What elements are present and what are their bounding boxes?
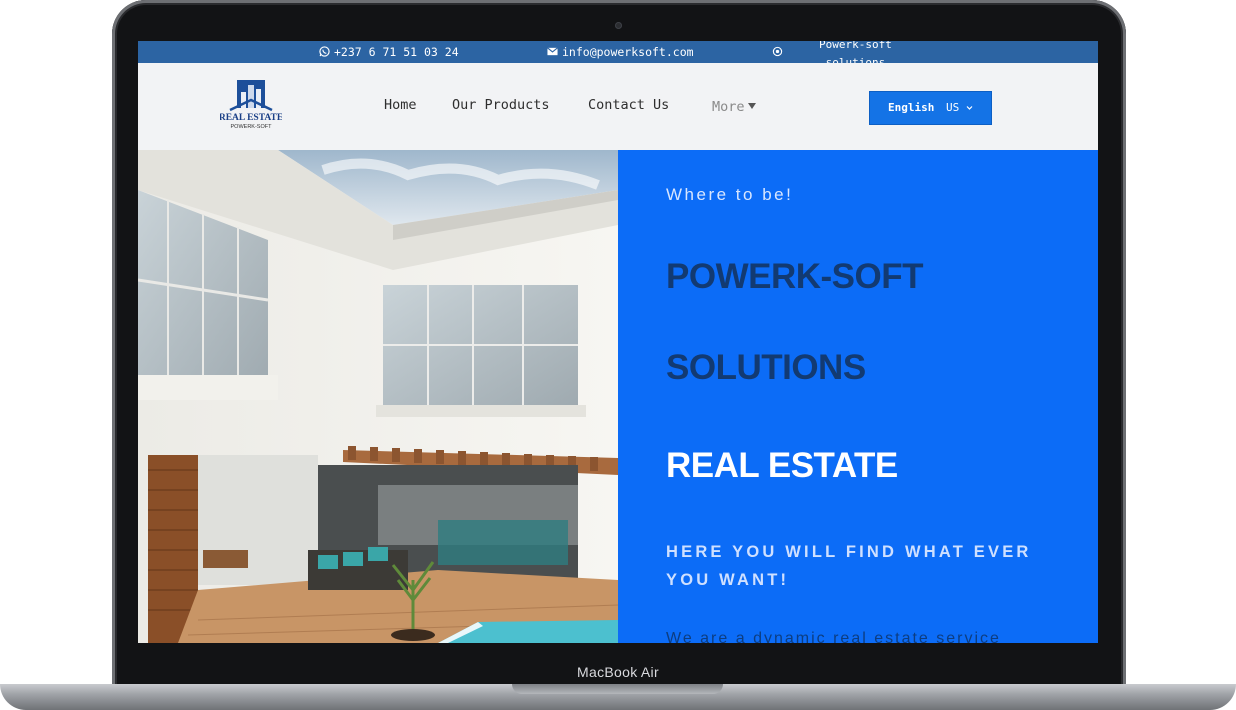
- language-code-text: US: [946, 101, 960, 114]
- contact-topbar: +237 6 71 51 03 24 info@powerksoft.com P…: [138, 41, 1098, 69]
- site-header: REAL ESTATE POWERK-SOFT Home Our Product…: [138, 63, 1098, 151]
- device-label: MacBook Air: [577, 664, 659, 680]
- hero-kicker: Where to be!: [666, 185, 794, 204]
- nav-our-products[interactable]: Our Products: [452, 97, 550, 113]
- company-line1: Powerk-soft: [819, 41, 892, 51]
- hero-heading-line1: POWERK-SOFT: [666, 257, 923, 296]
- hero-panel: Where to be! POWERK-SOFT SOLUTIONS REAL …: [618, 150, 1098, 643]
- nav-contact-us[interactable]: Contact Us: [588, 97, 669, 113]
- location-link[interactable]: [772, 45, 787, 59]
- browser-screen: +237 6 71 51 03 24 info@powerksoft.com P…: [138, 41, 1098, 643]
- chevron-down-icon: [966, 106, 973, 110]
- webcam: [615, 22, 622, 29]
- hero-heading-line2: SOLUTIONS: [666, 348, 866, 387]
- house-photo: [138, 150, 618, 643]
- logo-subtitle: POWERK-SOFT: [231, 124, 273, 130]
- language-label: English: [888, 101, 935, 114]
- nav-home[interactable]: Home: [384, 97, 417, 113]
- location-icon: [772, 46, 783, 57]
- whatsapp-icon: [319, 46, 330, 57]
- hero-description: We are a dynamic real estate service: [666, 630, 1001, 643]
- language-code: US: [946, 101, 973, 114]
- language-selector[interactable]: English US: [869, 91, 992, 125]
- nav-more-label: More: [712, 99, 745, 115]
- phone-text: +237 6 71 51 03 24: [334, 45, 459, 59]
- hero-main-heading: REAL ESTATE: [666, 446, 898, 485]
- email-text: info@powerksoft.com: [562, 45, 694, 59]
- logo-title: REAL ESTATE: [220, 113, 282, 123]
- mail-icon: [547, 47, 558, 56]
- email-contact[interactable]: info@powerksoft.com: [547, 45, 694, 59]
- laptop-notch: [512, 684, 723, 694]
- site-logo[interactable]: REAL ESTATE POWERK-SOFT: [220, 80, 282, 130]
- hero-tagline: HERE YOU WILL FIND WHAT EVER YOU WANT!: [666, 543, 1032, 589]
- phone-contact[interactable]: +237 6 71 51 03 24: [319, 45, 459, 59]
- nav-more-dropdown[interactable]: More: [712, 99, 756, 115]
- chevron-down-icon: [747, 103, 756, 109]
